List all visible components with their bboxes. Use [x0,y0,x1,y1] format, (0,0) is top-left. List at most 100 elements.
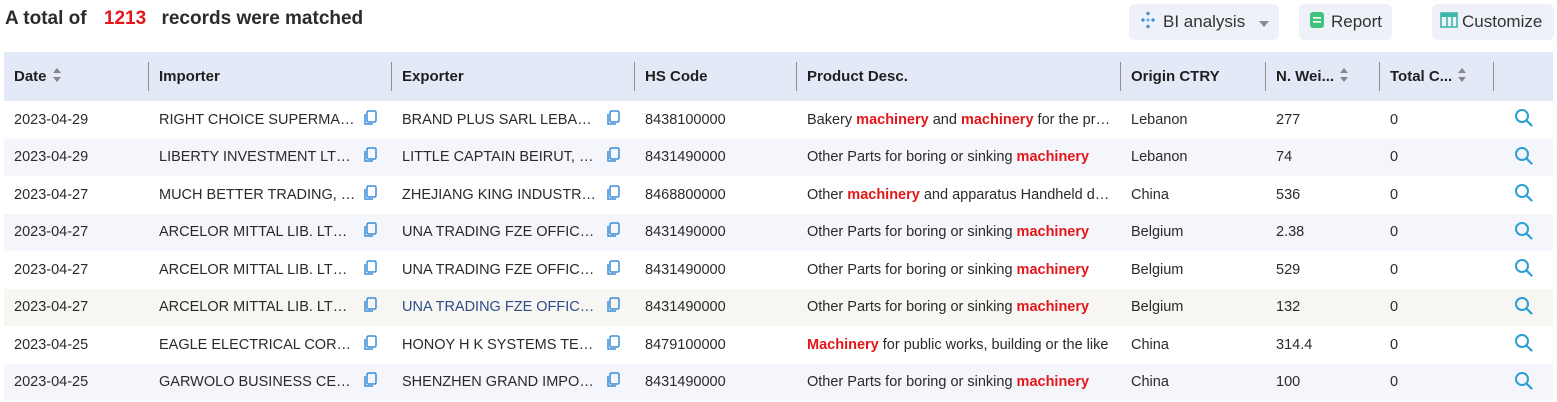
keyword-highlight: machinery [856,111,929,128]
hs-code-cell-text: 8438100000 [645,111,726,128]
search-icon[interactable] [1514,183,1533,206]
total-cell: 0 [1380,251,1494,289]
total-cell-text: 0 [1390,261,1399,278]
table-row[interactable]: 2023-04-27 ARCELOR MITTAL LIB. LTD CO UNA … [4,251,1553,289]
table-body: 2023-04-29 RIGHT CHOICE SUPERMARKET BRAND … [4,101,1553,401]
date-cell: 2023-04-25 [4,364,149,402]
product-desc-text: Other Parts for boring or sinking machin… [807,299,1089,315]
copy-icon[interactable] [606,297,620,317]
copy-icon[interactable] [606,222,620,242]
column-header-label: N. Wei... [1276,67,1335,85]
bi-analysis-button[interactable]: BI analysis [1129,4,1279,40]
product-desc-text: Bakery machinery and machinery for the p… [807,112,1111,128]
product-desc-cell: Machinery for public works, building or … [797,326,1121,364]
date-cell-text: 2023-04-25 [14,374,89,391]
table-row[interactable]: 2023-04-27 ARCELOR MITTAL LIB. LTD CO UNA … [4,288,1553,327]
copy-icon[interactable] [363,147,377,167]
date-cell-text: 2023-04-27 [14,261,89,278]
search-icon[interactable] [1514,371,1533,394]
keyword-highlight: machinery [1016,374,1090,391]
net-weight-cell: 2.38 [1266,214,1380,252]
origin-cell-text: Belgium [1131,299,1184,316]
search-icon[interactable] [1514,146,1533,169]
column-header-label: Product Desc. [807,68,908,85]
net-weight-cell-text: 74 [1276,149,1293,166]
product-desc-text: Other Parts for boring or sinking machin… [807,224,1089,240]
table-row[interactable]: 2023-04-25 EAGLE ELECTRICAL CORPORATION HO… [4,326,1553,364]
search-icon[interactable] [1514,108,1533,131]
copy-icon[interactable] [363,110,377,130]
copy-icon[interactable] [606,372,620,392]
origin-cell: Lebanon [1121,139,1266,177]
copy-icon[interactable] [606,110,620,130]
copy-icon[interactable] [363,185,377,205]
exporter-cell: UNA TRADING FZE OFFICE DUBAI [392,289,635,327]
search-icon[interactable] [1514,333,1533,356]
copy-icon[interactable] [363,222,377,242]
table-row[interactable]: 2023-04-29 RIGHT CHOICE SUPERMARKET BRAND … [4,101,1553,139]
table-row[interactable]: 2023-04-27 MUCH BETTER TRADING, INC ZHEJIA… [4,176,1553,214]
origin-cell-text: Belgium [1131,261,1184,278]
net-weight-cell: 314.4 [1266,326,1380,364]
hs-code-cell: 8479100000 [635,326,797,364]
report-button[interactable]: Report [1299,4,1392,40]
column-header-total[interactable]: Total C... [1380,52,1494,101]
row-actions-cell [1494,326,1553,364]
date-cell: 2023-04-27 [4,214,149,252]
table-row[interactable]: 2023-04-29 LIBERTY INVESTMENT LTD CO LITTL… [4,138,1553,177]
table-row[interactable]: 2023-04-25 GARWOLO BUSINESS CENTER SHENZHE… [4,363,1553,402]
row-actions-cell [1494,139,1553,177]
importer-cell: ARCELOR MITTAL LIB. LTD CO [149,289,392,327]
customize-button[interactable]: Customize [1432,4,1554,40]
date-cell: 2023-04-27 [4,251,149,289]
copy-icon[interactable] [606,185,620,205]
copy-icon[interactable] [363,372,377,392]
copy-icon[interactable] [363,335,377,355]
summary-suffix: records were matched [161,8,364,29]
total-cell: 0 [1380,139,1494,177]
keyword-highlight: Machinery [807,336,879,353]
hs-code-cell: 8431490000 [635,139,797,177]
total-cell: 0 [1380,214,1494,252]
hs-code-cell-text: 8431490000 [645,149,726,166]
copy-icon[interactable] [606,335,620,355]
copy-icon[interactable] [606,260,620,280]
sort-icon[interactable] [52,67,62,87]
total-cell: 0 [1380,326,1494,364]
sort-icon[interactable] [1457,67,1467,87]
product-desc-cell: Other machinery and apparatus Handheld d… [797,176,1121,214]
origin-cell-text: China [1131,374,1169,391]
total-cell-text: 0 [1390,299,1399,316]
date-cell: 2023-04-25 [4,326,149,364]
table-row[interactable]: 2023-04-27 ARCELOR MITTAL LIB. LTD CO UNA … [4,213,1553,252]
date-cell-text: 2023-04-25 [14,336,89,353]
copy-icon[interactable] [363,297,377,317]
importer-cell-text: ARCELOR MITTAL LIB. LTD CO [159,224,357,241]
hs-code-cell-text: 8479100000 [645,336,726,353]
origin-cell-text: China [1131,336,1169,353]
search-icon[interactable] [1514,258,1533,281]
product-desc-cell: Other Parts for boring or sinking machin… [797,364,1121,402]
report-doc-icon [1309,11,1325,34]
date-cell-text: 2023-04-27 [14,186,89,203]
column-header-label: Origin CTRY [1131,68,1220,85]
search-icon[interactable] [1514,296,1533,319]
hs-code-cell: 8438100000 [635,101,797,139]
column-header-net-weight[interactable]: N. Wei... [1266,52,1380,101]
copy-icon[interactable] [606,147,620,167]
date-cell: 2023-04-27 [4,289,149,327]
importer-cell-text: LIBERTY INVESTMENT LTD CO [159,149,357,166]
copy-icon[interactable] [363,260,377,280]
product-desc-text: Machinery for public works, building or … [807,337,1108,353]
table-header-row: Date Importer Exporter HS Code Product Desc.… [4,52,1553,101]
origin-cell: China [1121,176,1266,214]
importer-cell: LIBERTY INVESTMENT LTD CO [149,139,392,177]
column-header-date[interactable]: Date [4,52,149,101]
importer-cell: GARWOLO BUSINESS CENTER [149,364,392,402]
origin-cell-text: Lebanon [1131,111,1188,128]
hs-code-cell: 8431490000 [635,214,797,252]
sort-icon[interactable] [1339,67,1349,87]
search-icon[interactable] [1514,221,1533,244]
importer-cell: MUCH BETTER TRADING, INC [149,176,392,214]
desc-fragment: Other Parts for boring or sinking [807,224,1017,241]
